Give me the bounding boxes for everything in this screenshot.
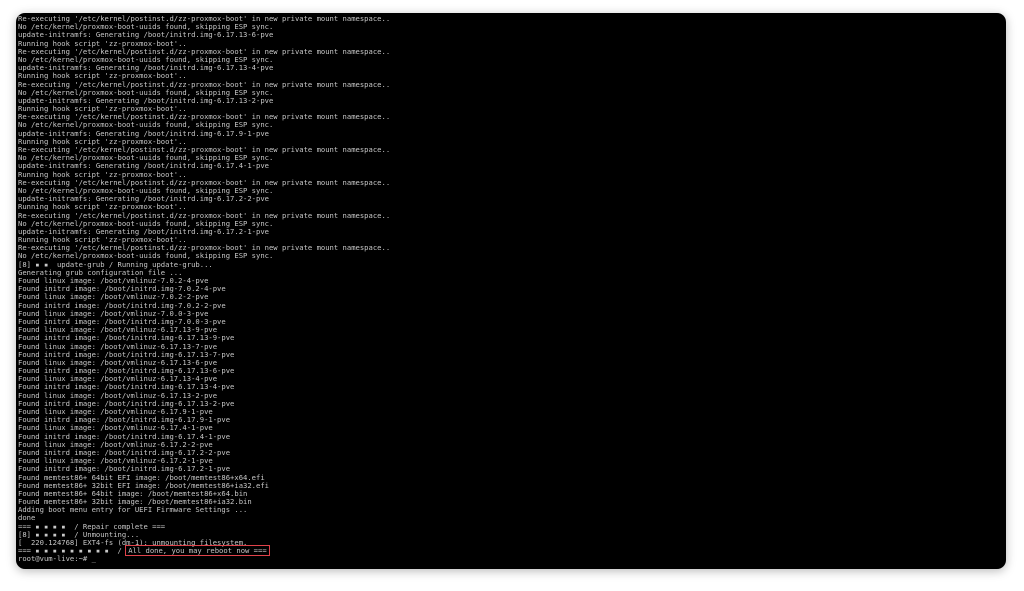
console-line: Adding boot menu entry for UEFI Firmware… <box>18 505 248 515</box>
console-final-line: === ▪ ▪ ▪ ▪ ▪ ▪ ▪ ▪ ▪ / All done, you ma… <box>18 545 1002 557</box>
console-line: === ▪ ▪ ▪ ▪ / Repair complete === <box>18 521 166 531</box>
shell-prompt: root@vum-live:~# <box>18 554 92 564</box>
text-cursor: _ <box>91 554 96 564</box>
console-output: Re-executing '/etc/kernel/postinst.d/zz-… <box>18 14 1002 564</box>
terminal-window[interactable]: Re-executing '/etc/kernel/postinst.d/zz-… <box>16 13 1006 569</box>
reboot-message-highlight: All done, you may reboot now === <box>125 545 270 557</box>
shell-prompt-line[interactable]: root@vum-live:~# _ <box>18 555 1002 563</box>
console-line: done <box>18 513 36 523</box>
